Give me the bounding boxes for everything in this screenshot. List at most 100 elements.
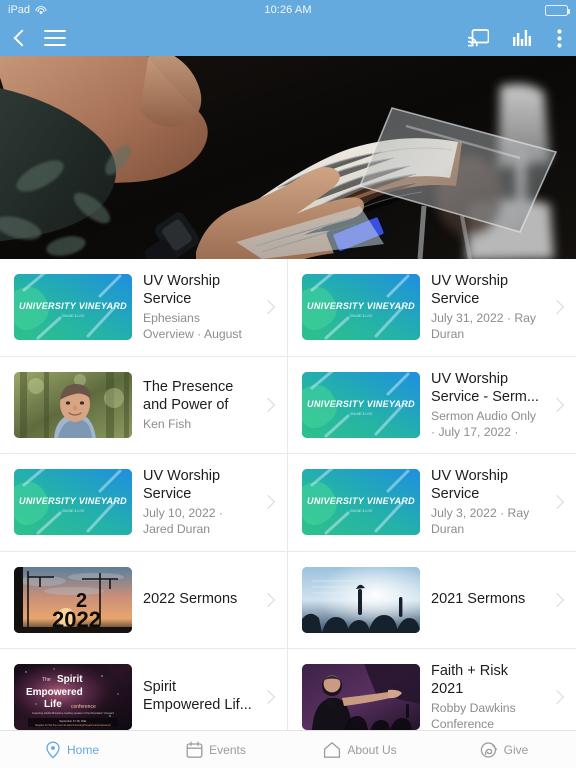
- item-thumbnail: UNIVERSITY VINEYARD ONLINE & LIVE: [302, 274, 420, 341]
- uv-gradient-artwork: UNIVERSITY VINEYARD ONLINE & LIVE: [14, 274, 132, 341]
- item-thumbnail: [302, 566, 420, 633]
- item-title: UV Worship Service - Serm...: [431, 370, 539, 405]
- item-title: 2022 Sermons: [143, 590, 238, 607]
- uv-gradient-artwork: UNIVERSITY VINEYARD ONLINE & LIVE: [14, 469, 132, 536]
- svg-text:conference: conference: [71, 704, 96, 710]
- equalizer-button[interactable]: [513, 30, 533, 46]
- item-thumbnail: [14, 371, 132, 438]
- back-button[interactable]: [14, 28, 26, 48]
- tab-events-label: Events: [209, 742, 246, 757]
- portrait-photo-artwork: [14, 371, 132, 438]
- svg-text:ONLINE & LIVE: ONLINE & LIVE: [350, 509, 373, 513]
- uv-gradient-artwork: UNIVERSITY VINEYARD ONLINE & LIVE: [302, 371, 420, 438]
- item-subtitle: Sermon Audio Only · July 17, 2022 · Dan.…: [431, 408, 537, 439]
- chevron-right-icon: [263, 493, 277, 511]
- bottom-tab-bar: Home Events About Us Give: [0, 730, 576, 768]
- chevron-right-icon: [263, 396, 277, 414]
- thumb-brand-text: UNIVERSITY VINEYARD: [307, 399, 415, 409]
- worship-crowd-artwork: [302, 566, 420, 633]
- list-item[interactable]: The Presence and Power of th... Ken Fish: [0, 356, 288, 454]
- svg-text:ONLINE & LIVE: ONLINE & LIVE: [350, 412, 373, 416]
- list-grid: UNIVERSITY VINEYARD ONLINE & LIVE UV Wor…: [0, 259, 576, 730]
- list-item[interactable]: UNIVERSITY VINEYARD ONLINE & LIVE UV Wor…: [0, 454, 288, 552]
- tab-give[interactable]: Give: [432, 731, 576, 768]
- hero-illustration: [0, 56, 576, 259]
- item-text: UV Worship Service Ephesians Overview · …: [143, 272, 252, 342]
- uv-gradient-artwork: UNIVERSITY VINEYARD ONLINE & LIVE: [302, 274, 420, 341]
- giving-hand-icon: [480, 741, 497, 758]
- spirit-conference-artwork: The Spirit Empowered Life conference Fea…: [14, 664, 132, 730]
- chevron-left-icon: [14, 28, 26, 48]
- item-text: 2022 Sermons: [143, 590, 252, 610]
- overflow-menu-button[interactable]: [557, 28, 562, 48]
- status-bar: iPad 10:26 AM: [0, 0, 576, 20]
- tab-events[interactable]: Events: [144, 731, 288, 768]
- chevron-right-icon: [263, 591, 277, 609]
- item-subtitle: July 10, 2022 · Jared Duran: [143, 506, 223, 537]
- menu-button[interactable]: [44, 30, 66, 46]
- nav-left-group: [14, 28, 66, 48]
- item-subtitle: Robby Dawkins Conference: [431, 701, 516, 730]
- nav-right-group: [468, 28, 562, 48]
- item-thumbnail: [302, 664, 420, 730]
- svg-text:The: The: [42, 677, 51, 683]
- calendar-icon: [186, 741, 203, 758]
- item-thumbnail: UNIVERSITY VINEYARD ONLINE & LIVE: [14, 274, 132, 341]
- content-list[interactable]: UNIVERSITY VINEYARD ONLINE & LIVE UV Wor…: [0, 259, 576, 730]
- speaker-stage-artwork: [302, 664, 420, 730]
- navigation-bar: [0, 20, 576, 56]
- svg-text:ONLINE & LIVE: ONLINE & LIVE: [62, 314, 85, 318]
- item-title: UV Worship Service: [431, 468, 509, 503]
- battery-full-icon: [545, 4, 570, 16]
- svg-text:Life: Life: [44, 699, 62, 710]
- audio-equalizer-icon: [513, 30, 531, 46]
- tab-home[interactable]: Home: [0, 731, 144, 768]
- tab-give-label: Give: [503, 742, 529, 757]
- list-item[interactable]: Faith + Risk 2021 Robby Dawkins Conferen…: [288, 649, 576, 730]
- list-item[interactable]: 2022 2 2022 Sermons: [0, 551, 288, 649]
- uv-gradient-artwork: UNIVERSITY VINEYARD ONLINE & LIVE: [302, 469, 420, 536]
- item-text: UV Worship Service July 31, 2022 · Ray D…: [431, 272, 541, 342]
- item-subtitle: July 3, 2022 · Ray Duran: [431, 506, 530, 537]
- item-title: 2021 Sermons: [431, 590, 526, 607]
- chevron-right-icon: [552, 396, 566, 414]
- item-subtitle: July 31, 2022 · Ray Duran: [431, 311, 537, 342]
- list-item[interactable]: UNIVERSITY VINEYARD ONLINE & LIVE UV Wor…: [288, 454, 576, 552]
- chevron-right-icon: [552, 298, 566, 316]
- item-thumbnail: UNIVERSITY VINEYARD ONLINE & LIVE: [302, 371, 420, 438]
- location-pin-icon: [46, 741, 60, 759]
- sunset-2022-artwork: 2022 2: [14, 566, 132, 633]
- tab-about-us[interactable]: About Us: [288, 731, 432, 768]
- chevron-right-icon: [552, 493, 566, 511]
- hamburger-menu-icon: [44, 30, 66, 46]
- more-vertical-icon: [557, 28, 562, 48]
- list-item[interactable]: UNIVERSITY VINEYARD ONLINE & LIVE UV Wor…: [288, 259, 576, 357]
- list-item[interactable]: UNIVERSITY VINEYARD ONLINE & LIVE UV Wor…: [288, 356, 576, 454]
- svg-text:Spirit: Spirit: [57, 674, 83, 685]
- item-title: The Presence and Power of th...: [143, 378, 234, 413]
- svg-text:Register for this free event a: Register for this free event at www.Univ…: [35, 724, 111, 727]
- hero-banner-image[interactable]: [0, 56, 576, 259]
- item-text: UV Worship Service - Serm... Sermon Audi…: [431, 370, 541, 440]
- item-thumbnail: The Spirit Empowered Life conference Fea…: [14, 664, 132, 730]
- list-item[interactable]: UNIVERSITY VINEYARD ONLINE & LIVE UV Wor…: [0, 259, 288, 357]
- item-text: Spirit Empowered Lif...: [143, 678, 252, 716]
- list-item[interactable]: 2021 Sermons: [288, 551, 576, 649]
- chevron-right-icon: [552, 688, 566, 706]
- item-thumbnail: 2022 2: [14, 566, 132, 633]
- thumb-brand-text: UNIVERSITY VINEYARD: [307, 301, 415, 311]
- item-title: UV Worship Service: [143, 468, 221, 503]
- item-title: Spirit Empowered Lif...: [143, 679, 252, 714]
- item-thumbnail: UNIVERSITY VINEYARD ONLINE & LIVE: [302, 469, 420, 536]
- cast-icon: [468, 29, 489, 47]
- item-text: UV Worship Service July 10, 2022 · Jared…: [143, 467, 252, 537]
- cast-button[interactable]: [468, 29, 489, 47]
- svg-text:ONLINE & LIVE: ONLINE & LIVE: [350, 314, 373, 318]
- item-title: UV Worship Service: [431, 273, 509, 308]
- chevron-right-icon: [263, 688, 277, 706]
- thumb-brand-text: UNIVERSITY VINEYARD: [19, 496, 127, 506]
- item-text: The Presence and Power of th... Ken Fish: [143, 378, 252, 432]
- chevron-right-icon: [263, 298, 277, 316]
- item-thumbnail: UNIVERSITY VINEYARD ONLINE & LIVE: [14, 469, 132, 536]
- list-item[interactable]: The Spirit Empowered Life conference Fea…: [0, 649, 288, 730]
